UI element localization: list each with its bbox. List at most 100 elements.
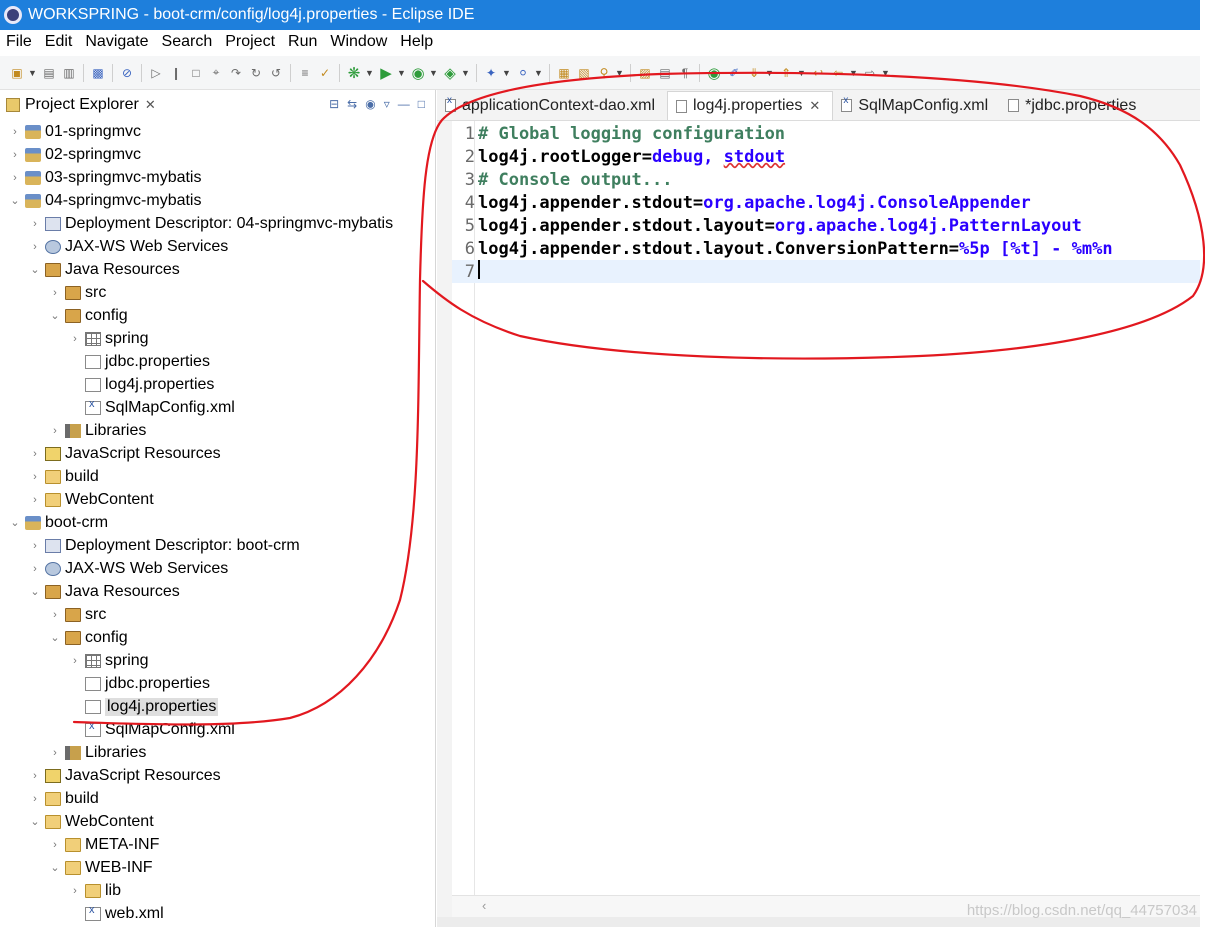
tree-item[interactable]: › 03-springmvc-mybatis bbox=[0, 166, 435, 189]
tree-item[interactable]: › WebContent bbox=[0, 488, 435, 511]
tree-item[interactable]: › META-INF bbox=[0, 833, 435, 856]
new-java-project-icon[interactable]: ✦ bbox=[482, 64, 500, 82]
editor-tab[interactable]: *jdbc.properties bbox=[1000, 91, 1148, 120]
project-explorer-title[interactable]: Project Explorer bbox=[25, 96, 139, 114]
suspend-icon[interactable]: ❙ bbox=[167, 64, 185, 82]
toggle-mark-occurrences-icon[interactable]: ▨ bbox=[636, 64, 654, 82]
tree-item[interactable]: log4j.properties bbox=[0, 373, 435, 396]
new-icon[interactable]: ▣ bbox=[8, 64, 26, 82]
editor-tab[interactable]: log4j.properties ✕ bbox=[667, 91, 834, 120]
disconnect-icon[interactable]: ⌖ bbox=[207, 64, 225, 82]
tree-item[interactable]: jdbc.properties bbox=[0, 350, 435, 373]
chevron-right-icon[interactable]: › bbox=[28, 241, 42, 253]
tree-item[interactable]: › JAX-WS Web Services bbox=[0, 235, 435, 258]
open-task-icon[interactable]: ✓ bbox=[316, 64, 334, 82]
chevron-right-icon[interactable]: › bbox=[28, 540, 42, 552]
chevron-right-icon[interactable]: › bbox=[48, 747, 62, 759]
tree-item[interactable]: SqlMapConfig.xml bbox=[0, 718, 435, 741]
tree-item[interactable]: › 02-springmvc bbox=[0, 143, 435, 166]
code-line[interactable]: 1 # Global logging configuration bbox=[452, 122, 1200, 145]
back-dropdown-icon[interactable]: ▼ bbox=[849, 68, 859, 78]
chevron-right-icon[interactable]: › bbox=[8, 172, 22, 184]
tree-item[interactable]: › Libraries bbox=[0, 419, 435, 442]
menu-help[interactable]: Help bbox=[394, 33, 440, 51]
tree-item[interactable]: ⌄ Java Resources bbox=[0, 258, 435, 281]
tree-item[interactable]: › 01-springmvc bbox=[0, 120, 435, 143]
step-return-icon[interactable]: ↺ bbox=[267, 64, 285, 82]
chevron-down-icon[interactable]: ⌄ bbox=[8, 516, 22, 529]
code-line[interactable]: 6 log4j.appender.stdout.layout.Conversion… bbox=[452, 237, 1200, 260]
editor-tab[interactable]: SqlMapConfig.xml bbox=[833, 91, 1000, 120]
menu-edit[interactable]: Edit bbox=[39, 33, 80, 51]
tree-item[interactable]: ⌄ 04-springmvc-mybatis bbox=[0, 189, 435, 212]
view-menu-icon[interactable]: ▿ bbox=[384, 97, 390, 111]
run-dropdown-icon[interactable]: ▼ bbox=[397, 68, 407, 78]
debug-dropdown-icon[interactable]: ▼ bbox=[365, 68, 375, 78]
previous-annotation-dropdown-icon[interactable]: ▼ bbox=[797, 68, 807, 78]
tree-item[interactable]: › JavaScript Resources bbox=[0, 764, 435, 787]
forward-dropdown-icon[interactable]: ▼ bbox=[881, 68, 891, 78]
code-line[interactable]: 2 log4j.rootLogger=debug, stdout bbox=[452, 145, 1200, 168]
save-icon[interactable]: ▤ bbox=[40, 64, 58, 82]
chevron-right-icon[interactable]: › bbox=[48, 839, 62, 851]
tree-item[interactable]: SqlMapConfig.xml bbox=[0, 396, 435, 419]
chevron-right-icon[interactable]: › bbox=[48, 425, 62, 437]
chevron-right-icon[interactable]: › bbox=[48, 609, 62, 621]
code-line[interactable]: 7 bbox=[452, 259, 1200, 283]
tree-item[interactable]: › build bbox=[0, 465, 435, 488]
close-icon[interactable]: ✕ bbox=[145, 97, 156, 113]
tree-item[interactable]: › Deployment Descriptor: 04-springmvc-myb… bbox=[0, 212, 435, 235]
chevron-down-icon[interactable]: ⌄ bbox=[28, 815, 42, 828]
tree-item[interactable]: › build bbox=[0, 787, 435, 810]
new-class-dropdown-icon[interactable]: ▼ bbox=[534, 68, 544, 78]
resume-icon[interactable]: ▷ bbox=[147, 64, 165, 82]
coverage-icon[interactable]: ◉ bbox=[409, 64, 427, 82]
new-class-icon[interactable]: ⚪ bbox=[514, 64, 532, 82]
chevron-right-icon[interactable]: › bbox=[28, 448, 42, 460]
open-resource-icon[interactable]: ▧ bbox=[575, 64, 593, 82]
tree-item[interactable]: › src bbox=[0, 603, 435, 626]
chevron-down-icon[interactable]: ⌄ bbox=[48, 309, 62, 322]
tree-item[interactable]: › spring bbox=[0, 327, 435, 350]
chevron-right-icon[interactable]: › bbox=[28, 471, 42, 483]
tree-item[interactable]: log4j.properties bbox=[0, 695, 435, 718]
chevron-right-icon[interactable]: › bbox=[68, 333, 82, 345]
tree-item[interactable]: › Deployment Descriptor: boot-crm bbox=[0, 534, 435, 557]
last-edit-location-icon[interactable]: ↩ bbox=[809, 64, 827, 82]
tree-item[interactable]: ⌄ WEB-INF bbox=[0, 856, 435, 879]
tree-item[interactable]: ⌄ WebContent bbox=[0, 810, 435, 833]
skip-breakpoints-icon[interactable]: ⊘ bbox=[118, 64, 136, 82]
new-dropdown-icon[interactable]: ▼ bbox=[28, 68, 38, 78]
external-tools-icon[interactable]: ◈ bbox=[441, 64, 459, 82]
use-step-filters-icon[interactable]: ≡ bbox=[296, 64, 314, 82]
collapse-all-icon[interactable]: ⊟ bbox=[329, 97, 339, 111]
debug-icon[interactable]: ❋ bbox=[345, 64, 363, 82]
toggle-block-selection-icon[interactable]: ▤ bbox=[656, 64, 674, 82]
menu-search[interactable]: Search bbox=[156, 33, 220, 51]
tree-item[interactable]: web.xml bbox=[0, 902, 435, 925]
chevron-down-icon[interactable]: ⌄ bbox=[48, 631, 62, 644]
tree-item[interactable]: › JAX-WS Web Services bbox=[0, 557, 435, 580]
menu-file[interactable]: File bbox=[0, 33, 39, 51]
tree-item[interactable]: ⌄ config bbox=[0, 304, 435, 327]
menu-navigate[interactable]: Navigate bbox=[79, 33, 155, 51]
editor-tab[interactable]: applicationContext-dao.xml bbox=[437, 91, 667, 120]
next-annotation-icon[interactable]: ⇓ bbox=[745, 64, 763, 82]
chevron-right-icon[interactable]: › bbox=[28, 218, 42, 230]
chevron-down-icon[interactable]: ⌄ bbox=[28, 585, 42, 598]
tree-item[interactable]: ⌄ boot-crm bbox=[0, 511, 435, 534]
external-tools-dropdown-icon[interactable]: ▼ bbox=[461, 68, 471, 78]
chevron-right-icon[interactable]: › bbox=[28, 563, 42, 575]
back-icon[interactable]: ⇦ bbox=[829, 64, 847, 82]
show-whitespace-icon[interactable]: ¶ bbox=[676, 64, 694, 82]
chevron-down-icon[interactable]: ⌄ bbox=[28, 263, 42, 276]
link-with-editor-icon[interactable]: ⇆ bbox=[347, 97, 357, 111]
terminate-icon[interactable]: □ bbox=[187, 64, 205, 82]
search-icon[interactable]: ⚲ bbox=[595, 64, 613, 82]
search-dropdown-icon[interactable]: ▼ bbox=[615, 68, 625, 78]
next-annotation-dropdown-icon[interactable]: ▼ bbox=[765, 68, 775, 78]
minimize-icon[interactable]: — bbox=[398, 97, 410, 111]
code-line[interactable]: 3 # Console output... bbox=[452, 168, 1200, 191]
step-into-icon[interactable]: ↷ bbox=[227, 64, 245, 82]
tree-item[interactable]: › Libraries bbox=[0, 741, 435, 764]
